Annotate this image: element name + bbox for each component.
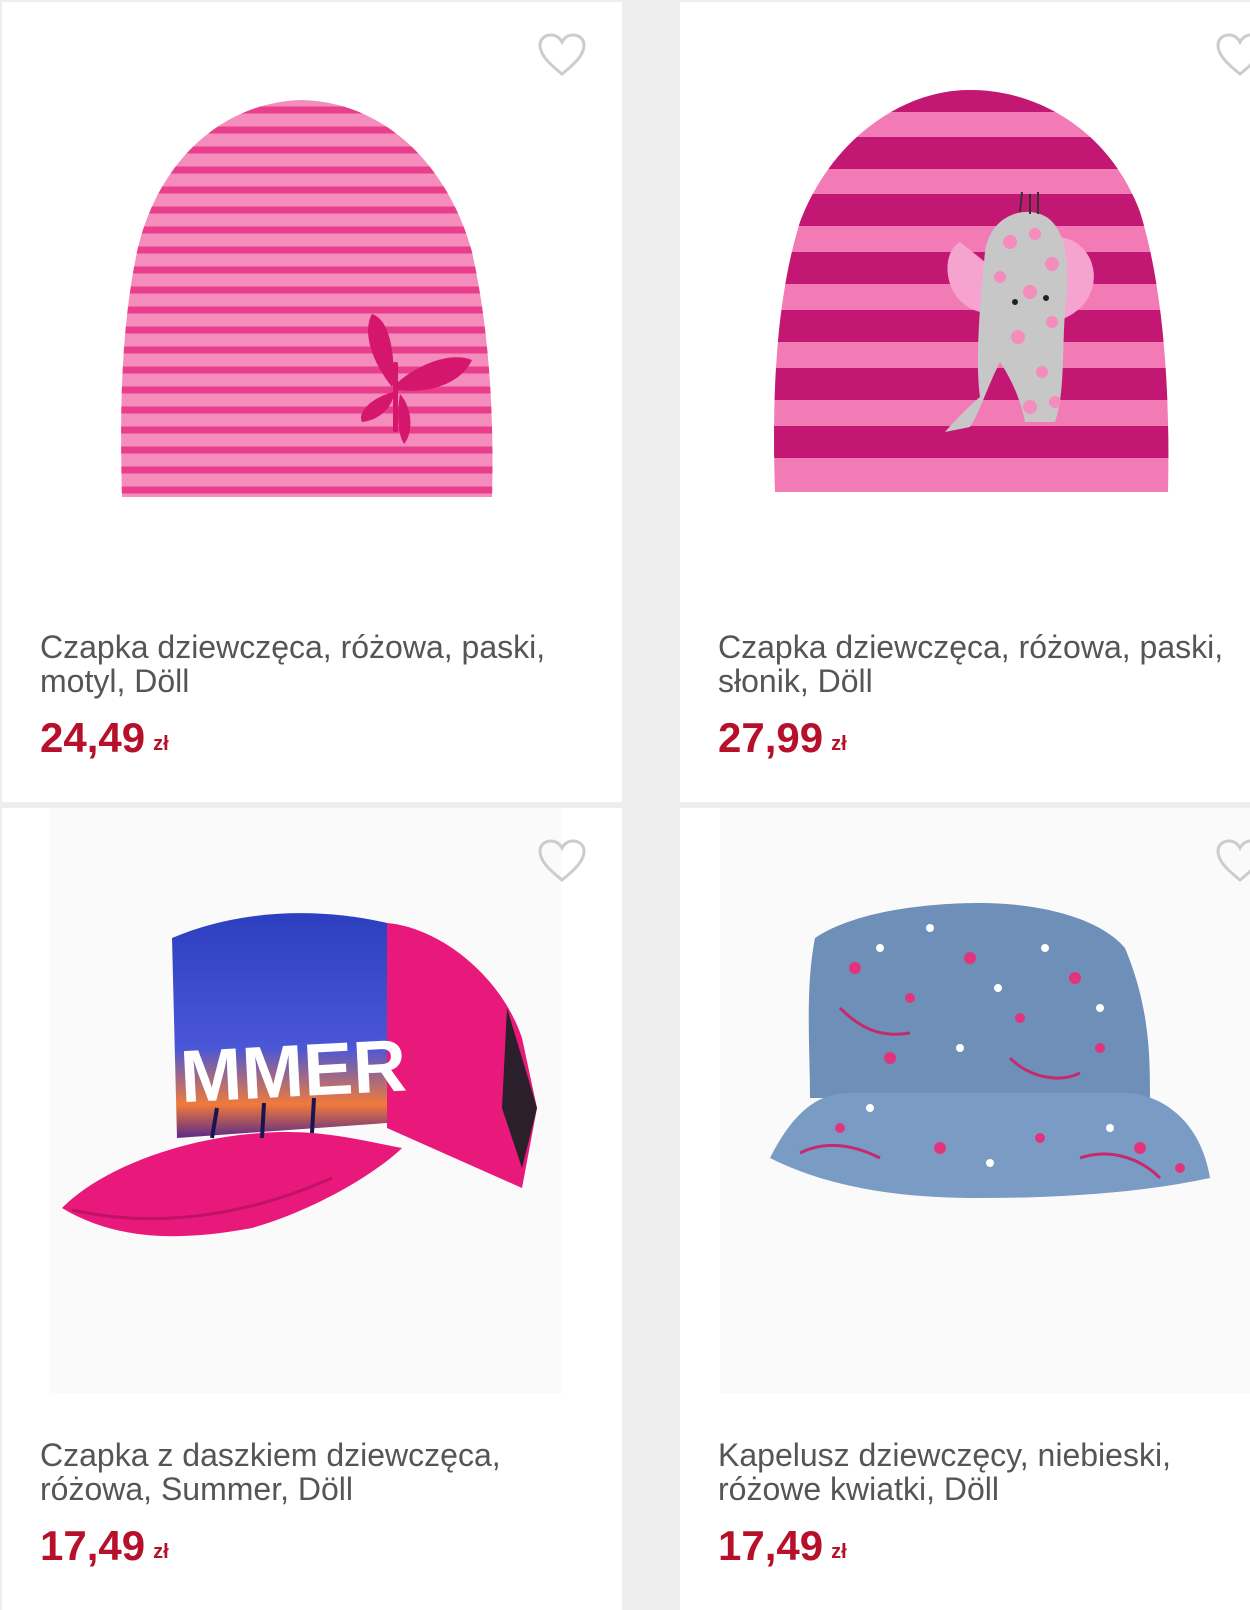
product-title[interactable]: Kapelusz dziewczęcy, niebieski, różowe k… — [718, 1438, 1250, 1506]
favorite-heart-icon[interactable] — [537, 32, 587, 78]
product-title[interactable]: Czapka dziewczęca, różowa, paski, słonik… — [718, 630, 1250, 698]
product-title[interactable]: Czapka z daszkiem dziewczęca, różowa, Su… — [40, 1438, 600, 1506]
favorite-heart-icon[interactable] — [1215, 838, 1250, 884]
price-currency: zł — [831, 733, 847, 755]
price-currency: zł — [831, 1541, 847, 1563]
product-card[interactable]: Kapelusz dziewczęcy, niebieski, różowe k… — [680, 808, 1250, 1610]
price-value: 17,49 — [718, 1522, 824, 1569]
price-value: 27,99 — [718, 714, 824, 761]
pink-striped-beanie-butterfly-image — [121, 100, 493, 497]
product-image[interactable] — [680, 2, 1250, 602]
product-image[interactable] — [2, 2, 622, 602]
product-price: 24,49 zł — [40, 716, 169, 766]
product-price: 17,49 zł — [40, 1524, 169, 1574]
price-value: 17,49 — [40, 1522, 146, 1569]
blue-floral-bucket-hat-image — [720, 808, 1250, 1393]
price-currency: zł — [153, 1541, 169, 1563]
product-card[interactable]: Czapka dziewczęca, różowa, paski, motyl,… — [2, 2, 622, 802]
pink-striped-beanie-elephant-image — [774, 90, 1169, 492]
product-card[interactable]: MMER Czapka z daszkiem dziewczęca, różow… — [2, 808, 622, 1610]
price-currency: zł — [153, 733, 169, 755]
product-image[interactable] — [680, 808, 1250, 1408]
pink-summer-baseball-cap-image: MMER — [50, 808, 562, 1393]
cap-print-text: MMER — [178, 1024, 408, 1119]
product-grid: Czapka dziewczęca, różowa, paski, motyl,… — [0, 0, 1250, 1610]
product-title[interactable]: Czapka dziewczęca, różowa, paski, motyl,… — [40, 630, 600, 698]
price-value: 24,49 — [40, 714, 146, 761]
favorite-heart-icon[interactable] — [1215, 32, 1250, 78]
product-card[interactable]: Czapka dziewczęca, różowa, paski, słonik… — [680, 2, 1250, 802]
product-price: 27,99 zł — [718, 716, 847, 766]
favorite-heart-icon[interactable] — [537, 838, 587, 884]
product-image[interactable]: MMER — [2, 808, 622, 1408]
product-price: 17,49 zł — [718, 1524, 847, 1574]
